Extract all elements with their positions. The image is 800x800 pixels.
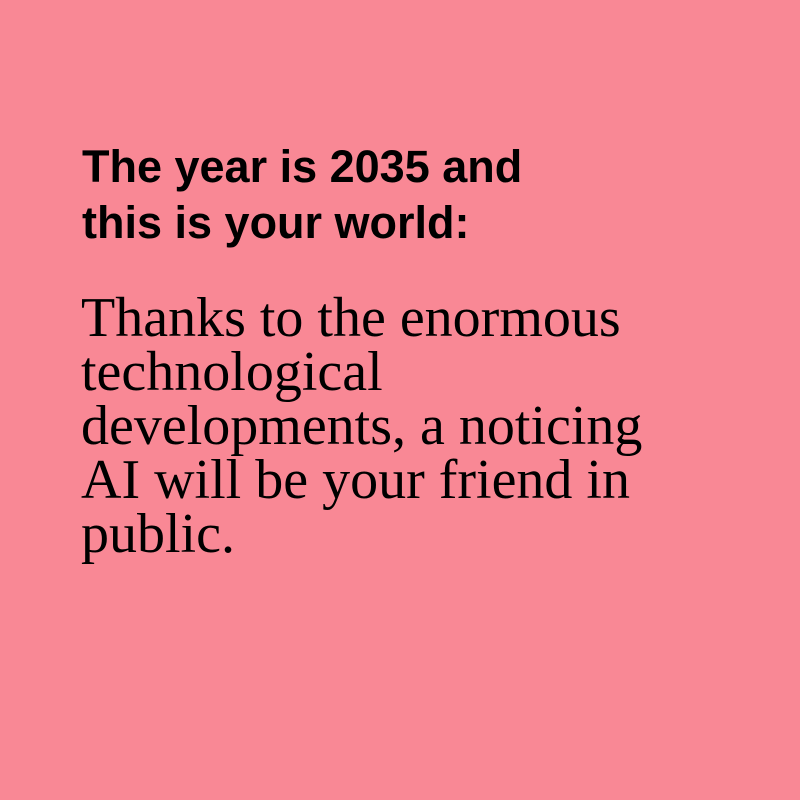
heading: The year is 2035 and this is your world: — [82, 139, 722, 251]
body-line: developments, a noticing — [81, 395, 643, 457]
body-line: AI will be your friend in — [81, 449, 630, 511]
heading-line: this is your world: — [82, 197, 470, 248]
body-line: public. — [81, 503, 235, 565]
body-line: technological — [81, 341, 383, 403]
body-paragraph: Thanks to the enormous technological dev… — [81, 287, 721, 565]
heading-line: The year is 2035 and — [82, 141, 523, 192]
body-line: Thanks to the enormous — [81, 287, 621, 349]
